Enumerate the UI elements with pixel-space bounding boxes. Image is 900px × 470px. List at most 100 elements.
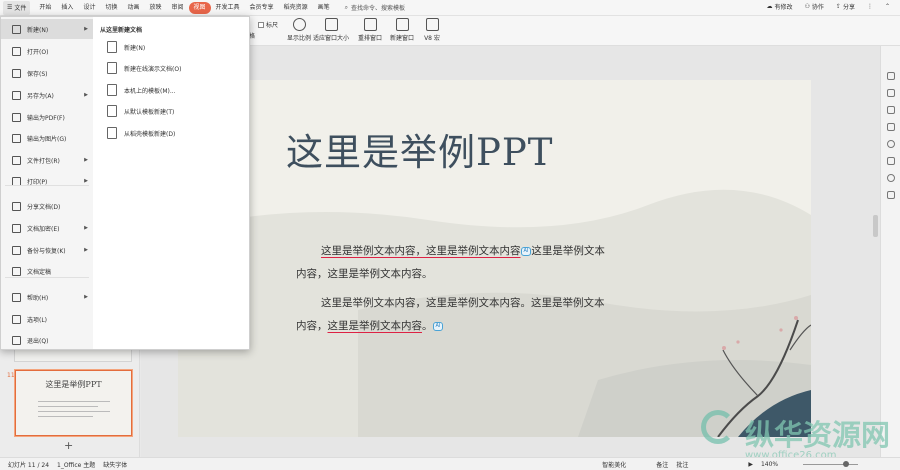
- tab-10[interactable]: 稻壳资源: [279, 2, 313, 14]
- new-window-button[interactable]: 新建窗口: [385, 18, 419, 42]
- thumbnail-title: 这里是举例PPT: [45, 380, 102, 389]
- file-menu-item-2[interactable]: 保存(S): [1, 63, 93, 83]
- tab-4[interactable]: 动画: [122, 2, 144, 14]
- help-icon[interactable]: [886, 140, 895, 148]
- watermark-text: 纵华资源网: [745, 418, 891, 452]
- file-menu-item-5[interactable]: 输出为图片(G): [1, 128, 93, 148]
- submenu-item-label: 从默认模板新建(T): [124, 108, 175, 116]
- tab-8[interactable]: 开发工具: [211, 2, 245, 14]
- slide-thumbnail-current[interactable]: 这里是举例PPT: [15, 370, 132, 436]
- slide-title[interactable]: 这里是举例PPT: [286, 122, 553, 176]
- file-menu-item-13[interactable]: 选项(L): [1, 309, 93, 329]
- menu-item-label: 文件打包(R): [27, 157, 60, 165]
- file-menu-item-0[interactable]: 新建(N) ▶: [1, 19, 93, 39]
- ruler-checkbox[interactable]: 标尺: [258, 20, 278, 29]
- menu-separator: [5, 185, 89, 186]
- file-menu-item-11[interactable]: 文档定稿: [1, 261, 93, 281]
- document-icon: [107, 105, 117, 117]
- template-icon[interactable]: [886, 157, 895, 165]
- tab-11[interactable]: 画笔: [313, 2, 335, 14]
- vertical-scrollbar[interactable]: [873, 215, 878, 237]
- menu-item-icon: [12, 46, 21, 56]
- menu-item-label: 新建(N): [27, 26, 49, 34]
- file-menu-item-7[interactable]: 打印(P) ▶: [1, 171, 93, 191]
- tab-1[interactable]: 插入: [56, 2, 78, 14]
- tab-5[interactable]: 放映: [144, 2, 166, 14]
- star-icon[interactable]: [886, 106, 895, 114]
- search-icon: ⌕: [344, 3, 348, 11]
- ai-tag[interactable]: AI: [432, 321, 444, 331]
- search-placeholder: 查找命令、搜索模板: [350, 5, 405, 12]
- menu-item-label: 分享文档(D): [27, 203, 61, 211]
- watermark: 纵华资源网 www.office26.com: [700, 412, 890, 461]
- tab-9[interactable]: 会员专享: [245, 2, 279, 14]
- comments-button[interactable]: 批注: [676, 460, 688, 469]
- copy-icon[interactable]: [886, 123, 895, 131]
- collab-icon: ⚇: [804, 3, 810, 10]
- arrange-window-button[interactable]: 重排窗口: [353, 18, 387, 42]
- menu-bar: ☰ 文件 开始 插入 设计 切换 动画 放映 审阅 视图 开发工具 会员专享 稻壳资源 画笔 ⌕ 查找…: [0, 0, 900, 16]
- macro-button[interactable]: V8 宏: [415, 18, 449, 42]
- new-submenu-item-2[interactable]: 本机上的模板(M)...: [107, 84, 176, 96]
- settings-icon[interactable]: [886, 89, 895, 97]
- zoom-level[interactable]: 140%: [761, 461, 778, 468]
- zoom-label: 显示比例: [286, 35, 311, 42]
- file-menu-item-3[interactable]: 另存为(A) ▶: [1, 85, 93, 105]
- file-menu-item-14[interactable]: 退出(Q): [1, 330, 93, 350]
- save-icon[interactable]: [886, 191, 895, 199]
- new-submenu-item-1[interactable]: 新建在线演示文档(O): [107, 62, 181, 74]
- select-icon[interactable]: [886, 72, 895, 80]
- tab-3[interactable]: 切换: [100, 2, 122, 14]
- menu-item-label: 打开(O): [27, 48, 49, 56]
- theme-name[interactable]: 1_Office 主题: [57, 460, 95, 469]
- ai-tag[interactable]: AI: [520, 246, 532, 256]
- menu-item-icon: [12, 223, 21, 233]
- file-menu-item-1[interactable]: 打开(O): [1, 41, 93, 61]
- tab-7[interactable]: 视图: [188, 1, 211, 14]
- missing-font[interactable]: 缺失字体: [103, 460, 127, 469]
- zoom-slider-handle[interactable]: [843, 461, 849, 467]
- underlined-text: 这里是举例文本内容: [327, 320, 423, 332]
- unsynced-status[interactable]: ☁ 有修改: [767, 2, 793, 11]
- file-menu-item-8[interactable]: 分享文档(D): [1, 196, 93, 216]
- more-options-icon[interactable]: ⋮: [867, 3, 873, 10]
- new-submenu-item-0[interactable]: 新建(N): [107, 41, 145, 53]
- file-menu-button[interactable]: ☰ 文件: [3, 0, 31, 15]
- share-icon: ⇪: [835, 3, 841, 10]
- tab-6[interactable]: 审阅: [167, 2, 189, 14]
- share-button[interactable]: ⇪ 分享: [836, 2, 855, 11]
- slide-body-text[interactable]: 这里是举例文本内容，这里是举例文本内容 AI 这里是举例文本内容，这里是举例文本内容…: [296, 240, 608, 344]
- file-menu-item-10[interactable]: 备份与恢复(K) ▶: [1, 240, 93, 260]
- paragraph-text: 。: [422, 320, 433, 332]
- menu-item-icon: [12, 335, 21, 345]
- new-submenu-item-4[interactable]: 从稻壳模板新建(D): [107, 127, 175, 139]
- collab-button[interactable]: ⚇ 协作: [805, 2, 824, 11]
- new-submenu-item-3[interactable]: 从默认模板新建(T): [107, 105, 174, 117]
- command-search[interactable]: ⌕ 查找命令、搜索模板: [344, 3, 405, 13]
- zoom-button[interactable]: 显示比例: [282, 18, 316, 42]
- thumbnail-text-line: [38, 411, 110, 412]
- menu-icon: ☰: [7, 4, 13, 11]
- fit-window-button[interactable]: 适应窗口大小: [312, 18, 350, 42]
- location-icon[interactable]: [886, 174, 895, 182]
- beautify-button[interactable]: 智能美化: [602, 460, 626, 469]
- macro-icon: [425, 18, 439, 31]
- tab-2[interactable]: 设计: [78, 2, 100, 14]
- menu-item-icon: [12, 155, 21, 165]
- slide[interactable]: 这里是举例PPT 这里是举例文本内容，这里是举例文本内容 AI 这里是举例文本内容，…: [178, 80, 811, 437]
- file-menu-item-9[interactable]: 文档加密(E) ▶: [1, 218, 93, 238]
- file-menu-item-6[interactable]: 文件打包(R) ▶: [1, 150, 93, 170]
- file-menu-label: 文件: [14, 5, 27, 12]
- menu-item-icon: [12, 90, 21, 100]
- slide-info: 幻灯片 11 / 24: [8, 461, 50, 469]
- collapse-icon[interactable]: ⌃: [885, 3, 890, 10]
- notes-button[interactable]: 备注: [656, 460, 668, 469]
- menu-item-icon: [12, 133, 21, 143]
- zoom-slider[interactable]: [803, 461, 858, 467]
- cloud-icon: ☁: [766, 3, 773, 10]
- play-icon[interactable]: ▶: [748, 461, 753, 468]
- file-menu-item-4[interactable]: 输出为PDF(F): [1, 107, 93, 127]
- add-slide-button[interactable]: +: [64, 439, 73, 452]
- tab-0[interactable]: 开始: [34, 2, 56, 14]
- file-menu-item-12[interactable]: 帮助(H) ▶: [1, 287, 93, 307]
